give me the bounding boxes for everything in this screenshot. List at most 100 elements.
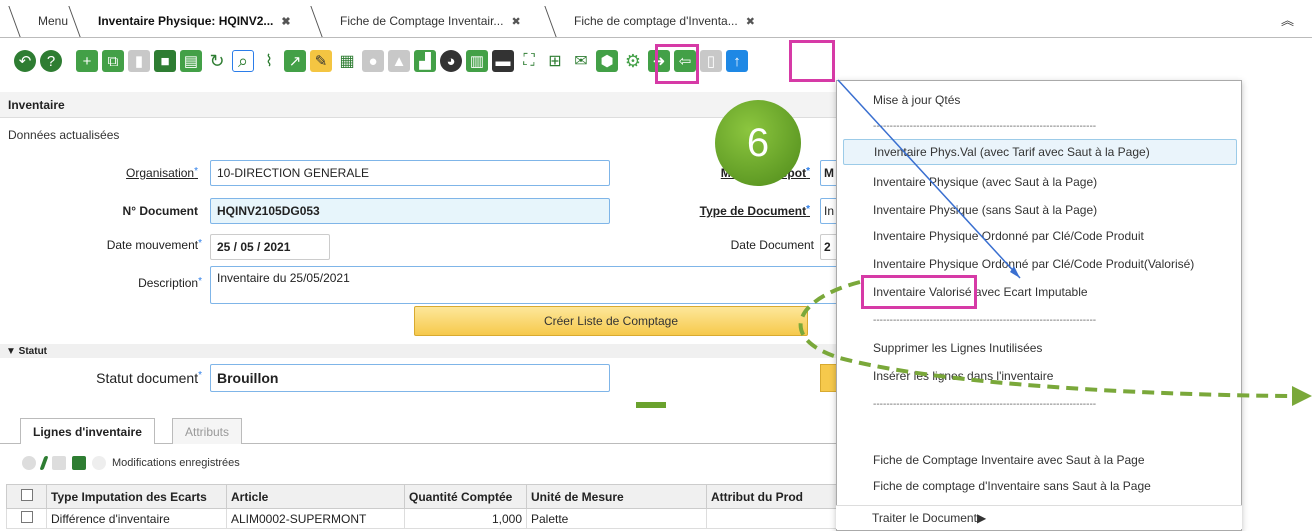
organisation-field[interactable]: 10-DIRECTION GENERALE (210, 160, 610, 186)
cell-type-imputation: Différence d'inventaire (46, 508, 227, 529)
print-icon[interactable]: ▬ (492, 50, 514, 72)
delete-line-icon[interactable] (52, 456, 66, 470)
menu-item-inv-phys-val[interactable]: Inventaire Phys.Val (avec Tarif avec Sau… (843, 139, 1237, 165)
close-icon[interactable]: ✖ (511, 15, 520, 28)
save-new-icon[interactable]: ▤ (180, 50, 202, 72)
splitter-handle[interactable] (636, 402, 666, 408)
close-icon[interactable]: ✖ (746, 15, 755, 28)
process-highlight (789, 40, 835, 82)
lines-toolbar: Modifications enregistrées (22, 456, 240, 470)
menu-item-supprimer-lignes[interactable]: Supprimer les Lignes Inutilisées (837, 335, 1241, 361)
table-header: Type Imputation des Ecarts Article Quant… (6, 484, 838, 509)
create-list-button[interactable]: Créer Liste de Comptage (414, 306, 808, 336)
user-icon[interactable]: ● (362, 50, 384, 72)
subtitle: Données actualisées (8, 128, 120, 142)
menu-item-inv-avec-saut[interactable]: Inventaire Physique (avec Saut à la Page… (837, 169, 1241, 195)
tab-fiche-comptage-1[interactable]: Fiche de Comptage Inventair... ✖ (310, 4, 521, 38)
date-document-label: Date Document (730, 238, 814, 252)
tab-divider (8, 6, 34, 38)
close-doc-icon[interactable]: ▯ (700, 50, 722, 72)
tab-attributs[interactable]: Attributs (172, 418, 243, 444)
menu-item-traiter-document[interactable]: Traiter le Document ▶ (836, 505, 1242, 529)
tab-inventaire-physique[interactable]: Inventaire Physique: HQINV2... ✖ (68, 4, 291, 38)
edit-icon[interactable] (39, 456, 49, 470)
chart-icon[interactable]: ▟ (414, 50, 436, 72)
save-icon[interactable]: ■ (154, 50, 176, 72)
like-icon[interactable]: ▲ (388, 50, 410, 72)
document-label: N° Document (122, 204, 198, 218)
mail-icon[interactable]: ✉ (570, 50, 592, 72)
lower-tab-bar: Lignes d'inventaire Attributs (0, 414, 838, 444)
tab-menu[interactable]: Menu (8, 4, 69, 38)
menu-item-inv-sans-saut[interactable]: Inventaire Physique (sans Saut à la Page… (837, 197, 1241, 223)
cell-unite: Palette (526, 508, 707, 529)
tab-label: Menu (38, 14, 69, 28)
grid-icon[interactable]: ▦ (336, 50, 358, 72)
tab-label: Fiche de Comptage Inventair... (340, 14, 504, 28)
tab-divider (68, 6, 94, 38)
column-header[interactable]: Type Imputation des Ecarts (46, 484, 227, 509)
report-icon[interactable]: ▥ (466, 50, 488, 72)
save-line-icon[interactable] (72, 456, 86, 470)
menu-separator: ----------------------------------------… (873, 120, 1097, 132)
document-field[interactable]: HQINV2105DG053 (210, 198, 610, 224)
menu-item-fiche-avec-saut[interactable]: Fiche de Comptage Inventaire avec Saut à… (837, 447, 1241, 473)
organisation-label[interactable]: Organisation* (80, 166, 198, 180)
description-label: Description* (138, 276, 202, 290)
tab-lignes-inventaire[interactable]: Lignes d'inventaire (20, 418, 155, 444)
pie-icon[interactable]: ◕ (440, 50, 462, 72)
column-header[interactable]: Attribut du Prod (706, 484, 838, 509)
status-field[interactable]: Brouillon (210, 364, 610, 392)
back-icon[interactable]: ↶ (14, 50, 36, 72)
lines-table: Type Imputation des Ecarts Article Quant… (6, 484, 838, 529)
menu-item-inv-ordonne-valorise[interactable]: Inventaire Physique Ordonné par Clé/Code… (837, 251, 1241, 277)
add-line-icon[interactable] (22, 456, 36, 470)
delete-icon[interactable]: ▮ (128, 50, 150, 72)
section-title: Inventaire (0, 92, 838, 118)
expand-icon[interactable]: ⛶ (518, 50, 540, 72)
table-row[interactable]: Différence d'inventaire ALIM0002-SUPERMO… (6, 508, 838, 529)
note-icon[interactable]: ✎ (310, 50, 332, 72)
collapse-icon[interactable]: ︽ (1281, 10, 1294, 29)
tab-fiche-comptage-2[interactable]: Fiche de comptage d'Inventa... ✖ (544, 4, 755, 38)
menu-item-update-qty[interactable]: Mise à jour Qtés (837, 87, 1241, 113)
menu-separator: ----------------------------------------… (873, 398, 1097, 410)
link-icon[interactable] (92, 456, 106, 470)
cell-article: ALIM0002-SUPERMONT (226, 508, 405, 529)
type-document-label[interactable]: Type de Document* (676, 204, 810, 218)
tab-bar: Menu Inventaire Physique: HQINV2... ✖ Fi… (0, 0, 1312, 38)
print-highlight (655, 44, 699, 84)
status-section-toggle[interactable]: ▼ Statut (0, 344, 838, 358)
new-icon[interactable]: + (76, 50, 98, 72)
column-header[interactable]: Quantité Comptée (404, 484, 527, 509)
description-field[interactable]: Inventaire du 25/05/2021 (210, 266, 838, 304)
menu-item-label: Traiter le Document (872, 510, 977, 525)
menu-item-inserer-lignes[interactable]: Insérer les lignes dans l'inventaire (837, 363, 1241, 389)
tab-divider (310, 6, 336, 38)
zoom-icon[interactable]: ↗ (284, 50, 306, 72)
refresh-icon[interactable]: ↻ (206, 50, 228, 72)
settings-icon[interactable]: ⚙ (622, 50, 644, 72)
find-icon[interactable]: ⌕ (232, 50, 254, 72)
date-mouvement-label: Date mouvement* (106, 238, 202, 252)
menu-item-inv-ordonne[interactable]: Inventaire Physique Ordonné par Clé/Code… (837, 223, 1241, 249)
copy-icon[interactable]: ⧉ (102, 50, 124, 72)
close-icon[interactable]: ✖ (281, 15, 290, 28)
tree-icon[interactable]: ⊞ (544, 50, 566, 72)
status-label: Statut document* (96, 370, 202, 386)
column-header[interactable]: Article (226, 484, 405, 509)
cell-attribut (706, 508, 838, 529)
step-badge: 6 (715, 100, 801, 186)
select-all-checkbox[interactable] (6, 484, 47, 509)
row-checkbox[interactable] (6, 508, 47, 529)
submenu-arrow-icon: ▶ (976, 510, 987, 525)
help-icon[interactable]: ? (40, 50, 62, 72)
attach-icon[interactable]: ⌇ (258, 50, 280, 72)
menu-item-highlight (861, 275, 977, 309)
column-header[interactable]: Unité de Mesure (526, 484, 707, 509)
date-mouvement-field[interactable]: 25 / 05 / 2021 (210, 234, 330, 260)
process-icon[interactable]: ⬢ (596, 50, 618, 72)
menu-separator: ----------------------------------------… (873, 314, 1097, 326)
upload-icon[interactable]: ↑ (726, 50, 748, 72)
menu-item-fiche-sans-saut[interactable]: Fiche de comptage d'Inventaire sans Saut… (837, 473, 1241, 499)
